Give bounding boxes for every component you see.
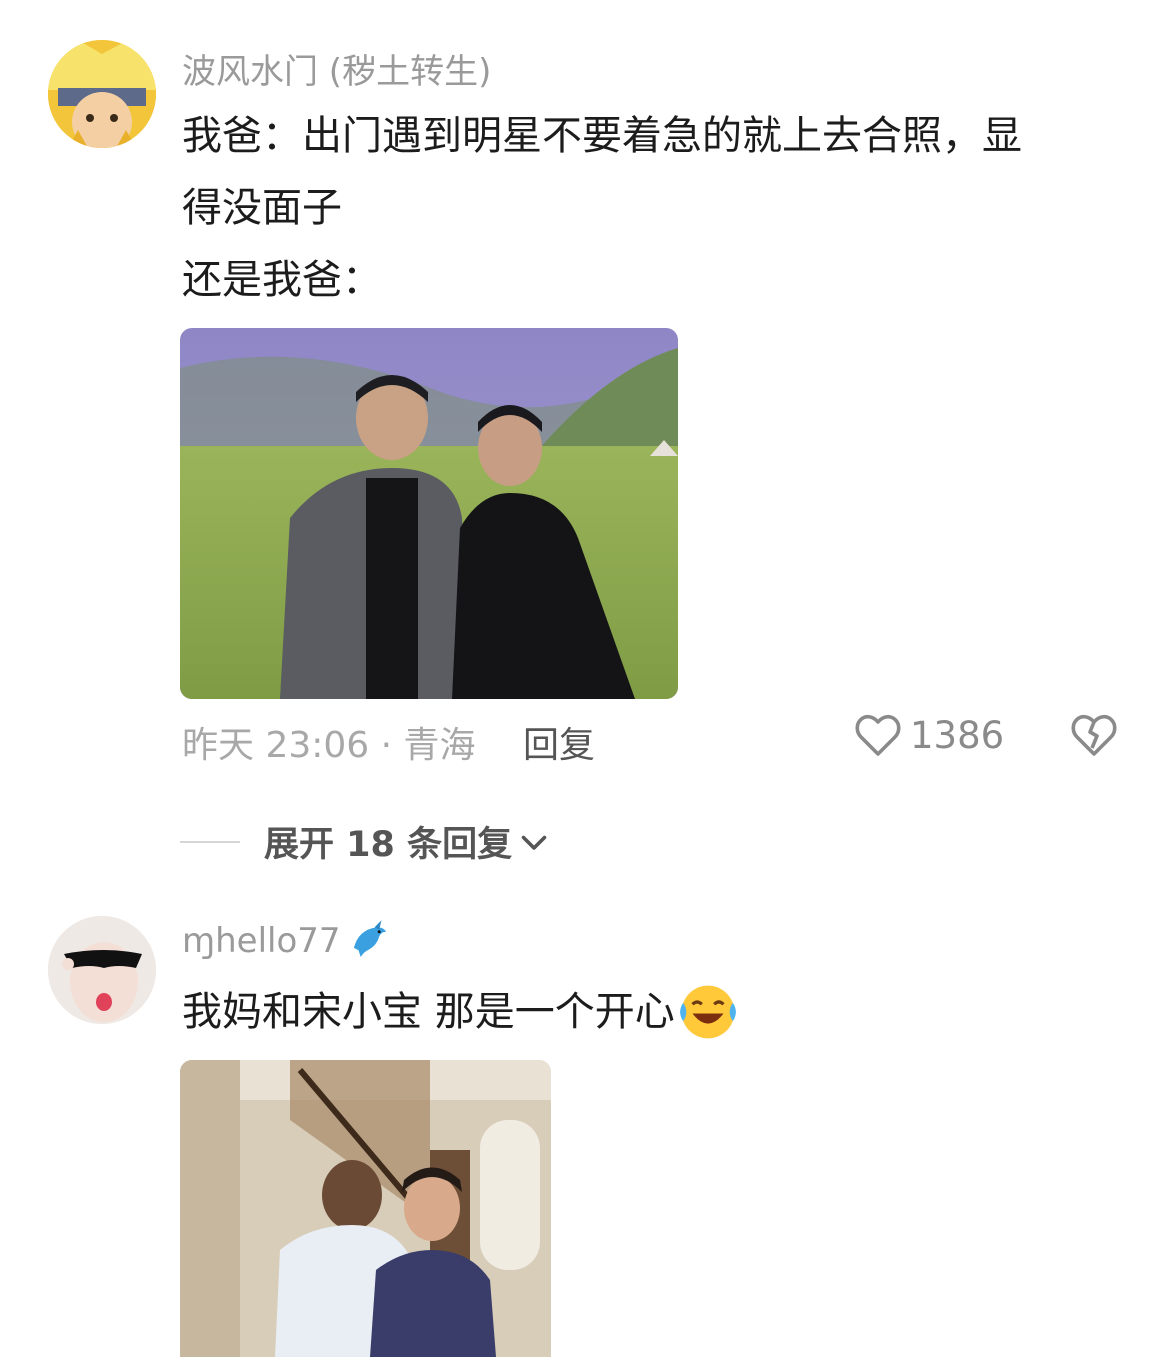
reply-button[interactable]: 回复: [523, 716, 595, 768]
expand-replies-label: 展开 18 条回复: [264, 825, 513, 865]
photo-two-people-indoors: [180, 1060, 551, 1357]
like-count: 1386: [910, 713, 1005, 757]
comment-time-location: 昨天 23:06 · 青海: [182, 725, 476, 766]
comment-item: ɱhello77 我妈和宋小宝 那是一个开心: [0, 880, 1170, 1357]
comment-item: 波风水门 (秽土转生) 我爸：出门遇到明星不要着急的就上去合照，显 得没面子 还…: [0, 0, 1170, 880]
expand-replies-button[interactable]: 展开 18 条回复: [180, 816, 552, 867]
dislike-button[interactable]: [1070, 712, 1118, 762]
photo-two-men-grassland: [180, 328, 678, 699]
chevron-down-icon: [521, 835, 547, 850]
comment-text-line: 我爸：出门遇到明星不要着急的就上去合照，显: [182, 113, 1022, 159]
comment-text: 我爸：出门遇到明星不要着急的就上去合照，显 得没面子 还是我爸：: [182, 100, 1122, 316]
divider: [180, 840, 240, 843]
dolphin-emoji: [353, 920, 386, 958]
avatar[interactable]: [48, 916, 156, 1024]
heart-icon: [855, 714, 901, 756]
comment-photo[interactable]: [180, 328, 678, 699]
username[interactable]: 波风水门 (秽土转生): [182, 44, 491, 93]
comment-text-line: 得没面子: [182, 185, 342, 231]
avatar-image: [48, 40, 156, 148]
comment-text: 我妈和宋小宝 那是一个开心: [182, 976, 1122, 1048]
broken-heart-icon: [1071, 714, 1117, 756]
comment-photo[interactable]: [180, 1060, 551, 1357]
laughing-crying-emoji: [679, 985, 736, 1039]
comment-text-line: 我妈和宋小宝 那是一个开心: [182, 989, 675, 1035]
like-button[interactable]: 1386: [854, 712, 1004, 758]
avatar[interactable]: [48, 40, 156, 148]
comment-text-line: 还是我爸：: [182, 257, 382, 303]
username-label: ɱhello77: [182, 921, 341, 961]
username[interactable]: ɱhello77: [182, 918, 393, 964]
avatar-image: [48, 916, 156, 1024]
